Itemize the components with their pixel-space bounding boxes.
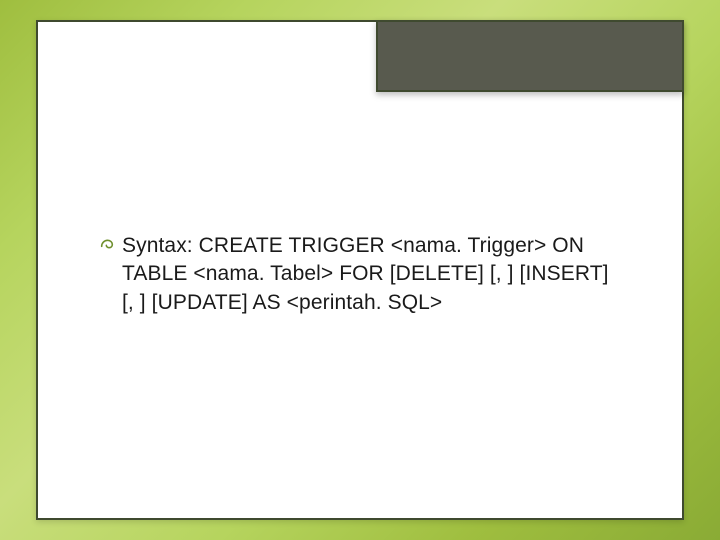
bullet-item: Syntax: CREATE TRIGGER <nama. Trigger> O… <box>98 232 622 317</box>
bullet-label: Syntax: <box>122 234 193 257</box>
bullet-rest: CREATE TRIGGER <nama. Trigger> ON TABLE … <box>122 234 609 314</box>
slide-content: Syntax: CREATE TRIGGER <nama. Trigger> O… <box>98 232 622 317</box>
swirl-bullet-icon <box>98 234 116 256</box>
bullet-text: Syntax: CREATE TRIGGER <nama. Trigger> O… <box>122 232 622 317</box>
slide-card: Syntax: CREATE TRIGGER <nama. Trigger> O… <box>36 20 684 520</box>
title-tab <box>376 20 684 92</box>
